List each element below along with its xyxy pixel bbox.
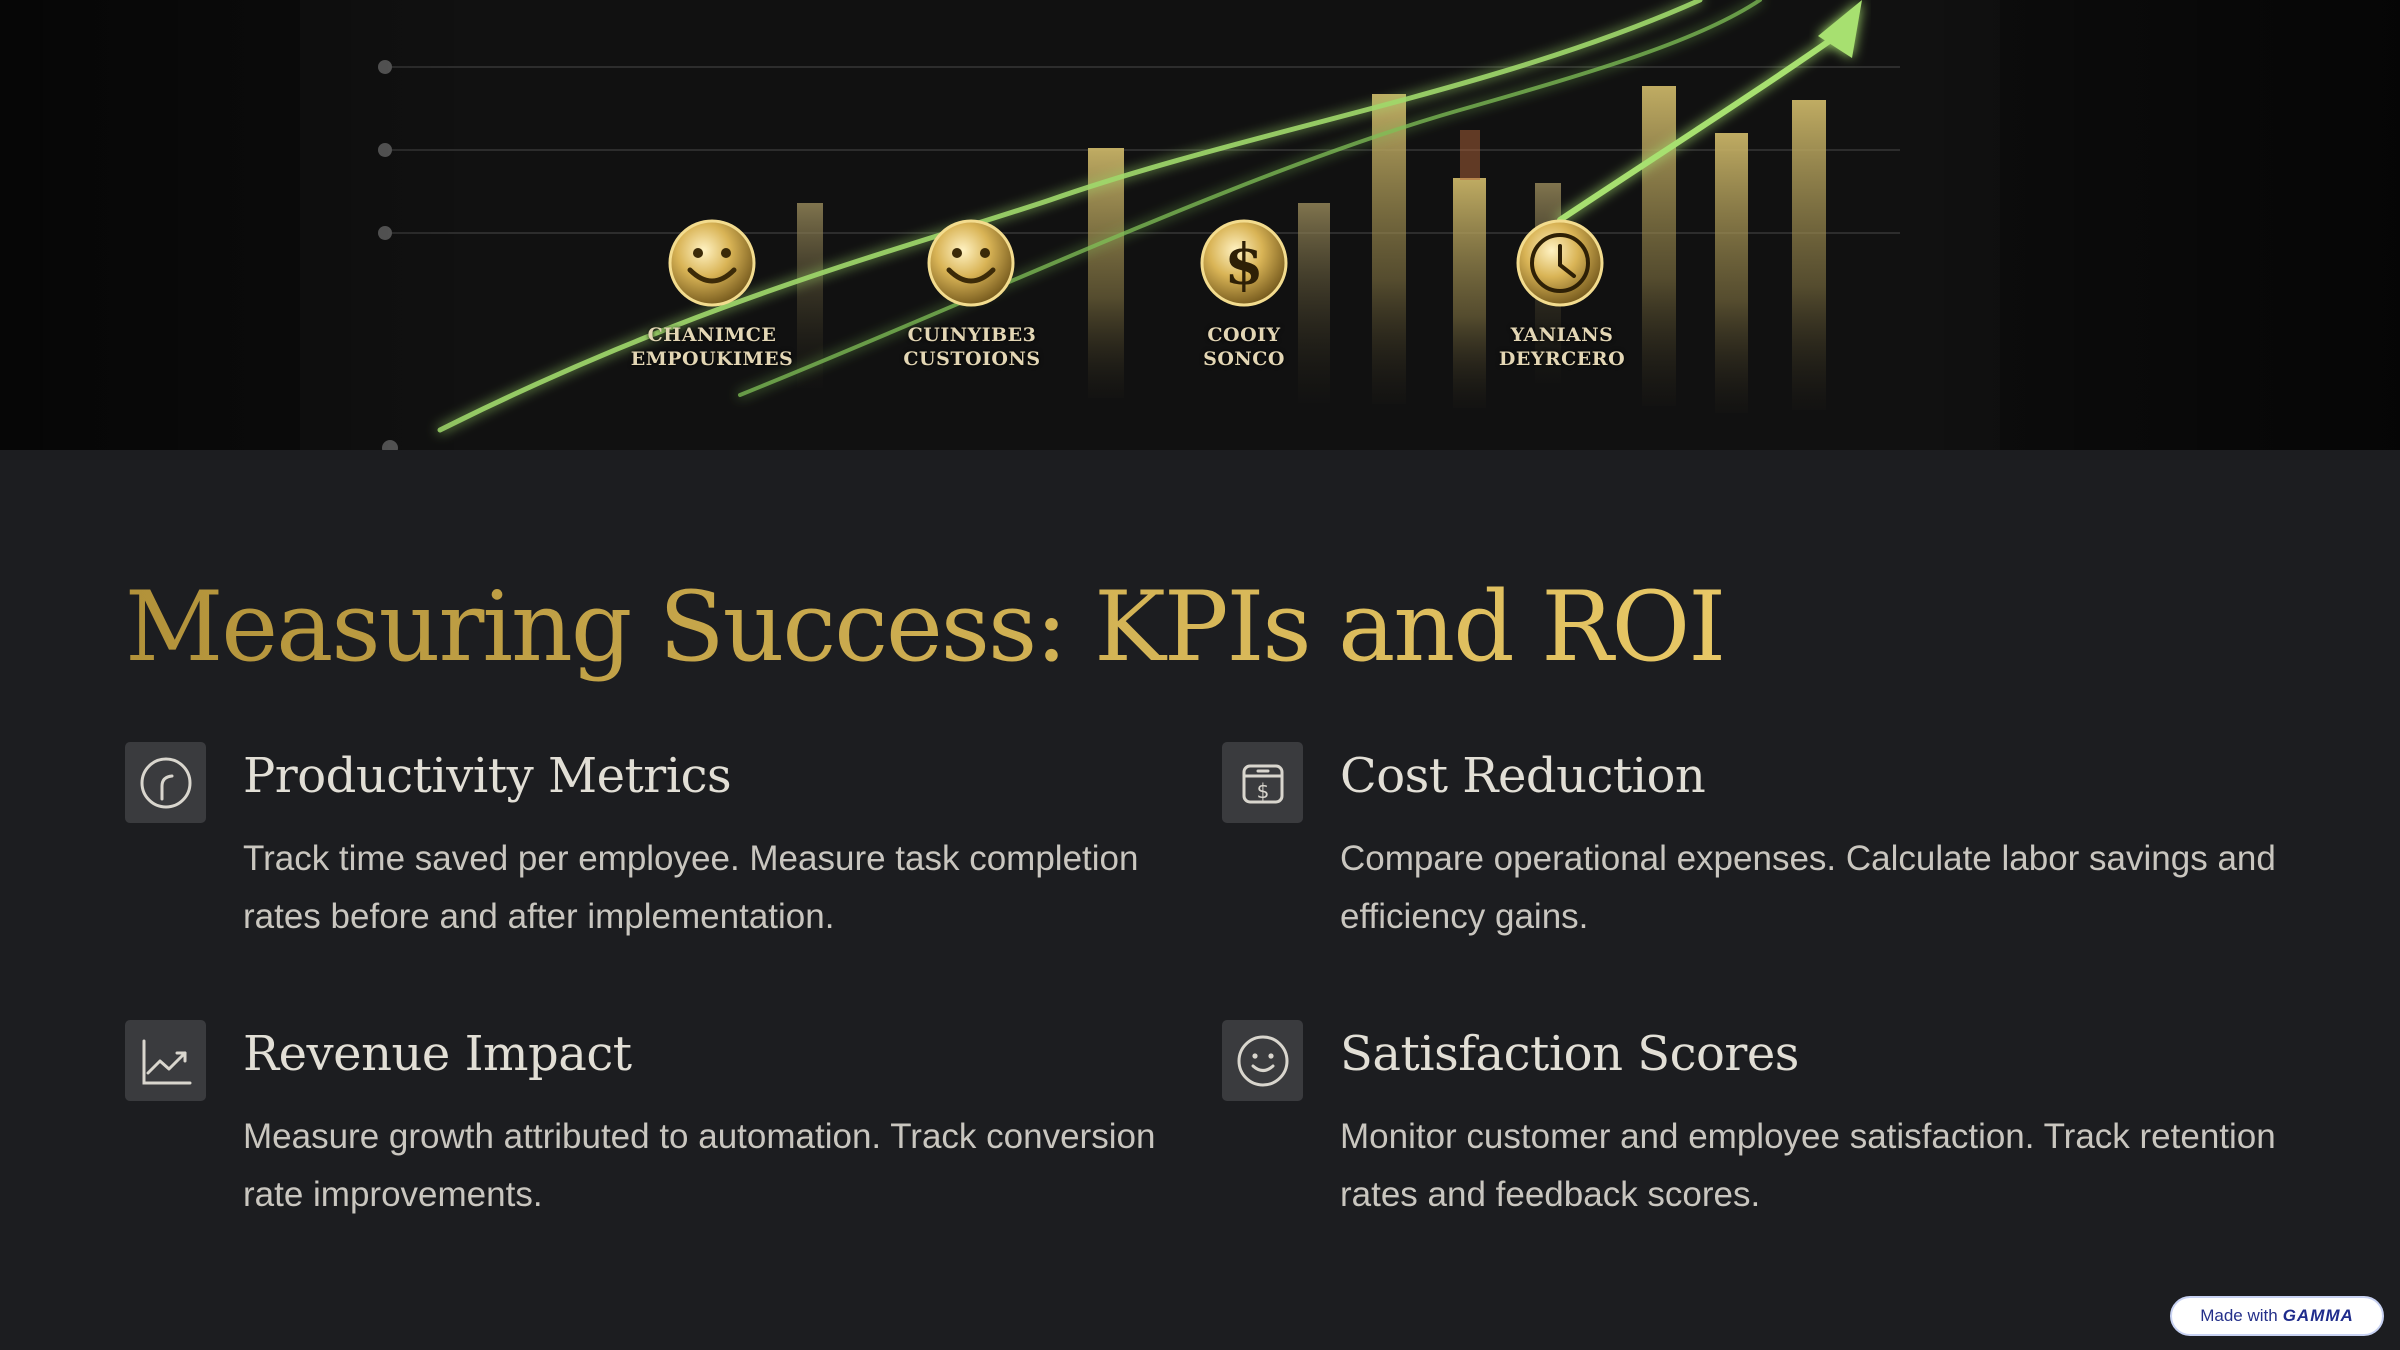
- slide: $ CHANIMCE EMPOUKIMES CUINYIBE3 CUSTOION…: [0, 0, 2400, 1350]
- kpi-title: Satisfaction Scores: [1340, 1026, 1799, 1082]
- badge-prefix: Made with: [2200, 1306, 2278, 1325]
- svg-text:$: $: [1256, 779, 1269, 803]
- hero-illustration: $: [0, 0, 2400, 450]
- trend-chart-icon: [125, 1020, 206, 1101]
- gamma-logo: GAMMA: [2282, 1306, 2354, 1325]
- hero-image: $ CHANIMCE EMPOUKIMES CUINYIBE3 CUSTOION…: [0, 0, 2400, 450]
- page-title-text: Measuring Success: KPIs and ROI: [125, 571, 1726, 683]
- kpi-title: Cost Reduction: [1340, 748, 1706, 804]
- smiley-icon: [1222, 1020, 1303, 1101]
- hero-badge-label: YANIANS DEYRCERO: [1498, 324, 1626, 370]
- page-title: Measuring Success: KPIs and ROI: [125, 560, 1726, 690]
- hero-badge-label: COOIY SONCO: [1203, 324, 1285, 370]
- kpi-title: Productivity Metrics: [243, 748, 732, 804]
- money-box-icon: $: [1222, 742, 1303, 823]
- kpi-description: Track time saved per employee. Measure t…: [243, 839, 1139, 936]
- kpi-description: Compare operational expenses. Calculate …: [1340, 839, 2276, 936]
- svg-text:Measuring Success: KPIs and RO: Measuring Success: KPIs and ROI: [125, 571, 1724, 683]
- made-with-gamma-badge[interactable]: Made with GAMMA: [2170, 1296, 2384, 1336]
- hero-badge-label: CUINYIBE3 CUSTOIONS: [903, 324, 1041, 370]
- kpi-title: Revenue Impact: [243, 1026, 632, 1082]
- gauge-icon: [125, 742, 206, 823]
- kpi-description: Monitor customer and employee satisfacti…: [1340, 1117, 2276, 1214]
- hero-badge-label: CHANIMCE EMPOUKIMES: [630, 324, 794, 370]
- kpi-description: Measure growth attributed to automation.…: [243, 1117, 1156, 1214]
